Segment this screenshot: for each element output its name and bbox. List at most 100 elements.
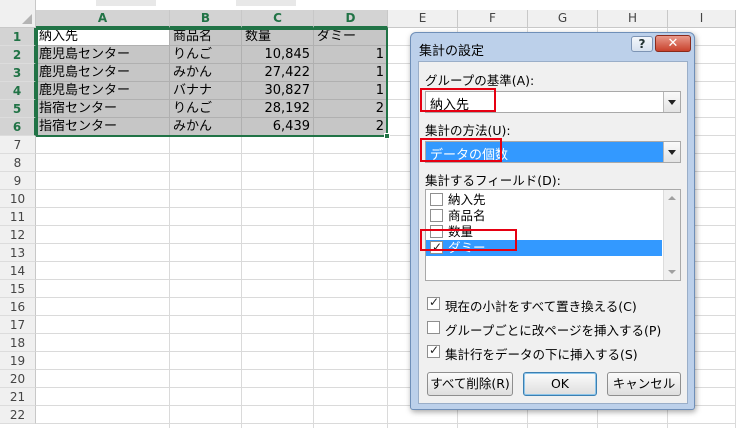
option-label: 集計行をデータの下に挿入する(S) — [445, 347, 638, 362]
dialog-title: 集計の設定 — [419, 44, 485, 59]
function-select[interactable]: データの個数 — [425, 141, 681, 163]
chevron-down-icon[interactable] — [663, 92, 680, 112]
field-item[interactable]: ダミー — [426, 239, 662, 256]
option-label: 現在の小計をすべて置き換える(C) — [445, 299, 637, 314]
row-header[interactable]: 20 — [0, 370, 36, 388]
data-cell[interactable]: 28,192 — [242, 100, 314, 118]
field-item[interactable]: 商品名 — [426, 208, 662, 224]
data-cell[interactable]: 鹿児島センター — [36, 82, 170, 100]
field-label: 数量 — [448, 224, 474, 239]
column-header[interactable]: B — [170, 10, 242, 28]
field-item[interactable]: 納入先 — [426, 192, 662, 208]
group-by-value: 納入先 — [430, 98, 470, 113]
option-checkbox[interactable] — [427, 343, 440, 358]
data-cell[interactable]: りんご — [170, 46, 242, 64]
data-cell[interactable]: 1 — [314, 82, 388, 100]
field-checkbox[interactable] — [430, 209, 443, 222]
data-cell[interactable]: 1 — [314, 64, 388, 82]
data-cell[interactable]: バナナ — [170, 82, 242, 100]
field-item[interactable]: 数量 — [426, 224, 662, 240]
data-cell[interactable]: みかん — [170, 118, 242, 136]
data-cell[interactable]: 鹿児島センター — [36, 64, 170, 82]
column-header[interactable]: D — [314, 10, 388, 28]
subtotal-dialog: 集計の設定 ? ✕ グループの基準(A): 納入先 集計の方法(U): データの… — [410, 32, 695, 410]
ok-button[interactable]: OK — [523, 372, 597, 396]
row-header[interactable]: 9 — [0, 172, 36, 190]
ribbon-edge — [36, 0, 736, 10]
row-header[interactable]: 13 — [0, 244, 36, 262]
function-value: データの個数 — [430, 148, 509, 163]
column-header[interactable]: C — [242, 10, 314, 28]
column-header[interactable]: G — [528, 10, 598, 28]
header-cell[interactable]: ダミー — [314, 28, 388, 46]
data-cell[interactable]: 指宿センター — [36, 118, 170, 136]
row-header[interactable]: 3 — [0, 64, 36, 82]
row-header[interactable]: 15 — [0, 280, 36, 298]
dialog-titlebar[interactable]: 集計の設定 ? ✕ — [411, 33, 694, 61]
column-header[interactable]: H — [598, 10, 668, 28]
field-label: ダミー — [448, 240, 486, 255]
data-cell[interactable]: 2 — [314, 118, 388, 136]
column-header[interactable]: A — [36, 10, 170, 28]
option-row[interactable]: 集計行をデータの下に挿入する(S) — [427, 343, 682, 362]
close-button[interactable]: ✕ — [655, 35, 691, 52]
option-checkbox[interactable] — [427, 295, 440, 310]
data-cell[interactable]: 鹿児島センター — [36, 46, 170, 64]
data-cell[interactable]: みかん — [170, 64, 242, 82]
field-label: 商品名 — [448, 208, 486, 223]
data-cell[interactable]: 27,422 — [242, 64, 314, 82]
header-cell[interactable]: 納入先 — [36, 28, 170, 46]
option-label: グループごとに改ページを挿入する(P) — [445, 323, 662, 338]
remove-all-button[interactable]: すべて削除(R) — [427, 372, 513, 396]
option-row[interactable]: 現在の小計をすべて置き換える(C) — [427, 295, 682, 314]
row-header[interactable]: 5 — [0, 100, 36, 118]
column-header[interactable]: I — [668, 10, 736, 28]
data-cell[interactable]: 10,845 — [242, 46, 314, 64]
data-cell[interactable]: 2 — [314, 100, 388, 118]
header-cell[interactable]: 商品名 — [170, 28, 242, 46]
field-checkbox[interactable] — [430, 225, 443, 238]
data-cell[interactable]: 指宿センター — [36, 100, 170, 118]
row-header[interactable]: 8 — [0, 154, 36, 172]
row-header[interactable]: 4 — [0, 82, 36, 100]
field-checkbox[interactable] — [430, 193, 443, 206]
select-all-corner[interactable] — [0, 0, 36, 28]
column-header[interactable]: E — [388, 10, 458, 28]
header-cell[interactable]: 数量 — [242, 28, 314, 46]
option-row[interactable]: グループごとに改ページを挿入する(P) — [427, 319, 682, 338]
fields-label: 集計するフィールド(D): — [425, 173, 561, 188]
help-button[interactable]: ? — [631, 36, 653, 52]
row-header[interactable]: 10 — [0, 190, 36, 208]
data-cell[interactable]: 1 — [314, 46, 388, 64]
fields-listbox[interactable]: 納入先商品名数量ダミー — [425, 189, 681, 281]
row-header[interactable]: 1 — [0, 28, 36, 46]
chevron-down-icon[interactable] — [663, 142, 680, 162]
row-header[interactable]: 18 — [0, 334, 36, 352]
row-header[interactable]: 2 — [0, 46, 36, 64]
row-header[interactable]: 17 — [0, 316, 36, 334]
data-cell[interactable]: 6,439 — [242, 118, 314, 136]
data-cell[interactable]: 30,827 — [242, 82, 314, 100]
option-checkbox[interactable] — [427, 321, 440, 334]
cancel-button[interactable]: キャンセル — [607, 372, 681, 396]
scroll-up-icon[interactable] — [664, 190, 680, 206]
group-by-label: グループの基準(A): — [425, 73, 535, 88]
group-by-select[interactable]: 納入先 — [425, 91, 681, 113]
data-range[interactable]: 納入先 商品名 数量 ダミー 鹿児島センター りんご 10,845 1 鹿児島センター みかん 27… — [36, 28, 388, 137]
function-label: 集計の方法(U): — [425, 123, 511, 138]
row-header[interactable]: 11 — [0, 208, 36, 226]
fields-scrollbar[interactable] — [663, 190, 680, 280]
row-header[interactable]: 14 — [0, 262, 36, 280]
row-header[interactable]: 12 — [0, 226, 36, 244]
row-header[interactable]: 16 — [0, 298, 36, 316]
field-checkbox[interactable] — [430, 239, 443, 255]
field-label: 納入先 — [448, 192, 486, 207]
row-header[interactable]: 19 — [0, 352, 36, 370]
row-header[interactable]: 21 — [0, 388, 36, 406]
data-cell[interactable]: りんご — [170, 100, 242, 118]
row-header[interactable]: 22 — [0, 406, 36, 424]
row-header[interactable]: 6 — [0, 118, 36, 136]
row-header[interactable]: 7 — [0, 136, 36, 154]
scroll-down-icon[interactable] — [664, 264, 680, 280]
column-header[interactable]: F — [458, 10, 528, 28]
